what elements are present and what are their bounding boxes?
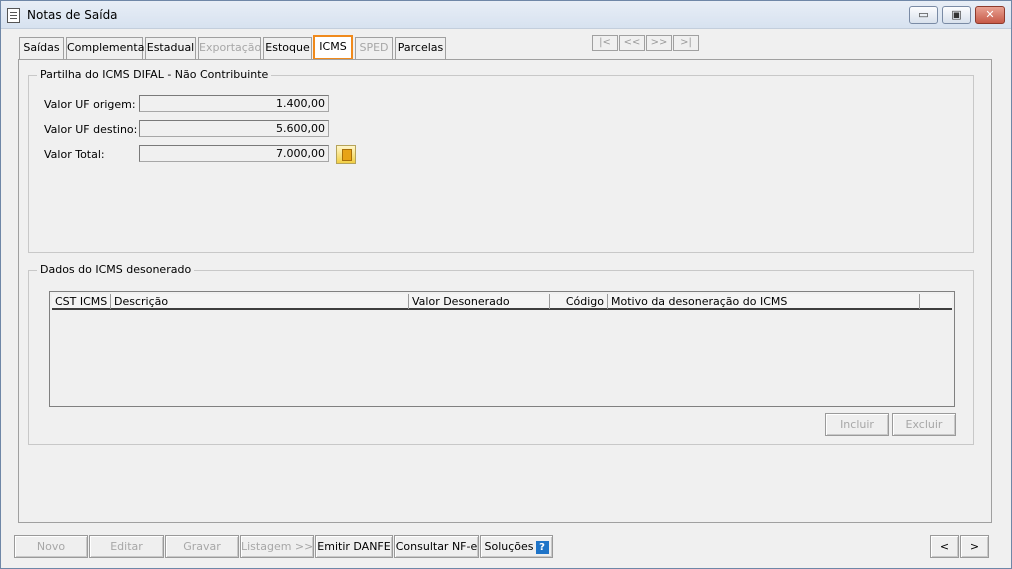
calculator-icon[interactable] xyxy=(336,145,356,164)
window-title: Notas de Saída xyxy=(27,8,118,22)
col-codigo[interactable]: Código xyxy=(550,294,608,309)
consultar-nfe-button[interactable]: Consultar NF-e xyxy=(394,535,479,558)
tab-saidas[interactable]: Saídas xyxy=(19,37,64,59)
notas-de-saida-window: Notas de Saída ▭ ▣ ✕ Saídas Complementar… xyxy=(0,0,1012,569)
solucoes-button[interactable]: Soluções? xyxy=(480,535,553,558)
tab-sped: SPED xyxy=(355,37,393,59)
solucoes-label: Soluções xyxy=(484,540,534,553)
editar-button[interactable]: Editar xyxy=(89,535,164,558)
col-motivo[interactable]: Motivo da desoneração do ICMS xyxy=(608,294,920,309)
next-record-button[interactable]: >> xyxy=(646,35,672,51)
tab-icms[interactable]: ICMS xyxy=(313,35,353,60)
prev-button[interactable]: < xyxy=(930,535,959,558)
icms-tab-panel: Partilha do ICMS DIFAL - Não Contribuint… xyxy=(18,59,992,523)
uf-origem-label: Valor UF origem: xyxy=(44,98,136,111)
last-record-button[interactable]: >| xyxy=(673,35,699,51)
col-valor-desonerado[interactable]: Valor Desonerado xyxy=(409,294,550,309)
document-icon xyxy=(7,8,20,23)
desonerado-group-title: Dados do ICMS desonerado xyxy=(37,263,195,276)
help-icon: ? xyxy=(535,540,549,554)
novo-button[interactable]: Novo xyxy=(14,535,88,558)
valor-total-label: Valor Total: xyxy=(44,148,105,161)
listagem-button[interactable]: Listagem >> xyxy=(240,535,314,558)
excluir-button[interactable]: Excluir xyxy=(892,413,956,436)
maximize-button[interactable]: ▣ xyxy=(942,6,971,24)
title-bar[interactable]: Notas de Saída ▭ ▣ ✕ xyxy=(1,1,1011,29)
tab-estoque[interactable]: Estoque xyxy=(263,37,312,59)
partilha-icms-group: Partilha do ICMS DIFAL - Não Contribuint… xyxy=(28,68,974,253)
next-button[interactable]: > xyxy=(960,535,989,558)
uf-destino-label: Valor UF destino: xyxy=(44,123,138,136)
tab-parcelas[interactable]: Parcelas xyxy=(395,37,446,59)
col-descricao[interactable]: Descrição xyxy=(111,294,409,309)
uf-origem-field: 1.400,00 xyxy=(139,95,329,112)
tab-complementar[interactable]: Complementar xyxy=(66,37,149,59)
icms-desonerado-group: Dados do ICMS desonerado CST ICMS Descri… xyxy=(28,263,974,445)
partilha-group-title: Partilha do ICMS DIFAL - Não Contribuint… xyxy=(37,68,272,81)
valor-total-field: 7.000,00 xyxy=(139,145,329,162)
incluir-button[interactable]: Incluir xyxy=(825,413,889,436)
emitir-danfe-button[interactable]: Emitir DANFE xyxy=(315,535,393,558)
tab-exportacao: Exportação xyxy=(198,37,261,59)
tab-estadual[interactable]: Estadual xyxy=(145,37,196,59)
desonerado-grid[interactable]: CST ICMS Descrição Valor Desonerado Códi… xyxy=(49,291,955,407)
col-cst-icms[interactable]: CST ICMS xyxy=(52,294,111,309)
prev-record-button[interactable]: << xyxy=(619,35,645,51)
minimize-button[interactable]: ▭ xyxy=(909,6,938,24)
close-button[interactable]: ✕ xyxy=(975,6,1005,24)
grid-header: CST ICMS Descrição Valor Desonerado Códi… xyxy=(52,294,952,310)
gravar-button[interactable]: Gravar xyxy=(165,535,239,558)
first-record-button[interactable]: |< xyxy=(592,35,618,51)
uf-destino-field: 5.600,00 xyxy=(139,120,329,137)
